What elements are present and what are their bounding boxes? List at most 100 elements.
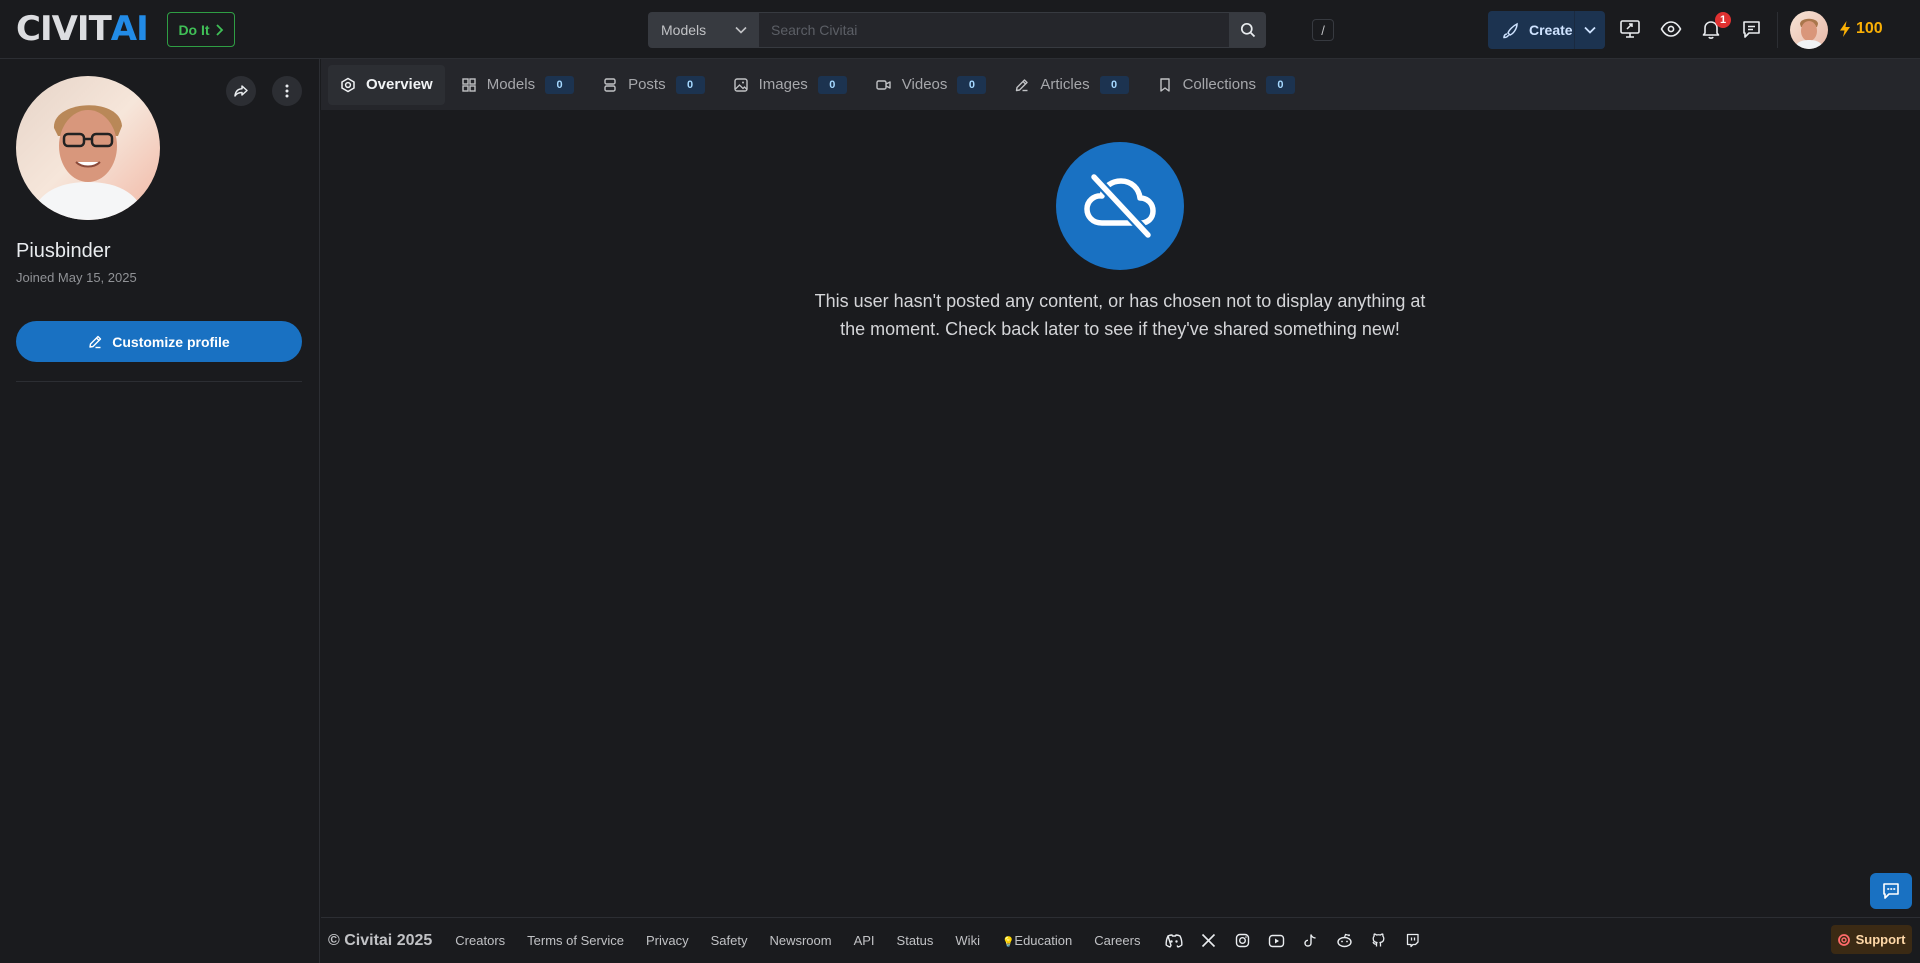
screen-share-button[interactable] [1617, 16, 1643, 42]
tab-label: Articles [1040, 76, 1090, 93]
content-filter-button[interactable] [1658, 16, 1684, 42]
avatar-image [1790, 11, 1828, 49]
discord-icon[interactable] [1164, 931, 1184, 951]
buzz-balance[interactable]: 100 [1838, 20, 1883, 38]
civitai-logo[interactable]: CIVIT AI [16, 9, 149, 49]
image-icon [733, 77, 749, 93]
logo-text-civit: CIVIT [16, 9, 112, 49]
tab-count-badge: 0 [1265, 75, 1295, 94]
github-icon[interactable] [1368, 931, 1388, 951]
video-icon [875, 77, 892, 93]
footer-link-careers[interactable]: Careers [1094, 933, 1140, 948]
youtube-icon[interactable] [1266, 931, 1286, 951]
empty-state-badge [1056, 142, 1184, 270]
tab-count-badge: 0 [957, 75, 987, 94]
footer-link-newsroom[interactable]: Newsroom [769, 933, 831, 948]
notification-count-badge: 1 [1715, 12, 1731, 28]
support-label: Support [1855, 932, 1906, 947]
pencil-icon [1014, 77, 1030, 93]
customize-profile-button[interactable]: Customize profile [16, 321, 302, 362]
search-shortcut-key: / [1312, 19, 1334, 41]
tab-count-badge: 0 [545, 75, 575, 94]
tab-count-badge: 0 [675, 75, 705, 94]
footer-link-safety[interactable]: Safety [711, 933, 748, 948]
search-button[interactable] [1230, 12, 1266, 48]
create-label: Create [1529, 22, 1573, 38]
profile-avatar [16, 76, 160, 220]
lightning-icon [1838, 20, 1852, 38]
grid-icon [461, 77, 477, 93]
reddit-icon[interactable] [1334, 931, 1354, 951]
instagram-icon[interactable] [1232, 931, 1252, 951]
more-vertical-icon [285, 84, 289, 98]
tab-label: Videos [901, 76, 948, 93]
header-divider [1777, 12, 1778, 48]
chat-button[interactable] [1738, 16, 1764, 42]
profile-joined-date: Joined May 15, 2025 [16, 270, 137, 285]
lifebuoy-icon [1837, 933, 1850, 946]
overview-icon [340, 77, 356, 93]
profile-tabs: Overview Models 0 Posts 0 Images 0 Video… [321, 59, 1920, 110]
x-twitter-icon[interactable] [1198, 931, 1218, 951]
logo-text-ai: AI [110, 9, 149, 49]
create-menu-toggle[interactable] [1574, 11, 1605, 49]
profile-more-button[interactable] [272, 76, 302, 106]
chevron-right-icon [214, 23, 224, 36]
profile-sidebar: Piusbinder Joined May 15, 2025 Customize… [0, 59, 320, 963]
tab-posts[interactable]: Posts 0 [590, 65, 717, 105]
tab-count-badge: 0 [817, 75, 847, 94]
tab-label: Posts [628, 76, 666, 93]
top-header: CIVITAI Do It Models / Create [0, 0, 1920, 59]
tab-label: Collections [1182, 76, 1256, 93]
footer-link-wiki[interactable]: Wiki [955, 933, 980, 948]
footer-link-education[interactable]: 💡Education [1002, 933, 1072, 948]
search-category-value: Models [661, 22, 707, 38]
profile-avatar-image [16, 76, 160, 220]
share-profile-button[interactable] [226, 76, 256, 106]
user-avatar-button[interactable] [1790, 11, 1828, 49]
sidebar-divider [16, 381, 302, 382]
page-footer: © Civitai 2025 Creators Terms of Service… [321, 917, 1920, 963]
cloud-off-icon [1082, 173, 1158, 239]
tab-count-badge: 0 [1099, 75, 1129, 94]
empty-state-message: This user hasn't posted any content, or … [814, 291, 1426, 339]
tab-videos[interactable]: Videos 0 [863, 65, 999, 105]
tab-label: Overview [366, 76, 433, 93]
profile-username: Piusbinder [16, 240, 111, 262]
chevron-down-icon [1584, 26, 1596, 34]
footer-link-status[interactable]: Status [897, 933, 934, 948]
social-links [1164, 931, 1422, 951]
do-it-button[interactable]: Do It [167, 12, 235, 47]
lightbulb-icon: 💡 [1001, 937, 1015, 948]
twitch-icon[interactable] [1402, 931, 1422, 951]
footer-copyright: © Civitai 2025 [328, 931, 433, 949]
tiktok-icon[interactable] [1300, 931, 1320, 951]
buzz-amount: 100 [1856, 20, 1883, 37]
create-button[interactable]: Create [1488, 11, 1605, 49]
footer-link-creators[interactable]: Creators [455, 933, 505, 948]
tab-images[interactable]: Images 0 [721, 65, 859, 105]
search-bar: Models / [648, 12, 1334, 48]
footer-link-label: Education [1014, 933, 1073, 948]
tab-collections[interactable]: Collections 0 [1145, 65, 1307, 105]
tab-articles[interactable]: Articles 0 [1002, 65, 1140, 105]
chat-bubble-icon [1881, 881, 1901, 901]
tab-models[interactable]: Models 0 [449, 65, 586, 105]
footer-link-terms[interactable]: Terms of Service [527, 933, 624, 948]
eye-icon [1660, 20, 1682, 38]
message-icon [1741, 19, 1762, 40]
search-category-select[interactable]: Models [648, 12, 759, 48]
bookmark-icon [1157, 77, 1173, 93]
tab-label: Models [486, 76, 536, 93]
tab-overview[interactable]: Overview [328, 64, 445, 105]
chat-assistant-button[interactable] [1870, 873, 1912, 909]
support-button[interactable]: Support [1831, 925, 1912, 954]
search-input[interactable] [759, 12, 1230, 48]
do-it-label: Do It [178, 21, 210, 38]
search-icon [1240, 22, 1256, 38]
footer-link-api[interactable]: API [854, 933, 875, 948]
share-icon [233, 83, 249, 99]
pencil-icon [88, 335, 102, 349]
brush-icon [1502, 22, 1519, 39]
footer-link-privacy[interactable]: Privacy [646, 933, 689, 948]
